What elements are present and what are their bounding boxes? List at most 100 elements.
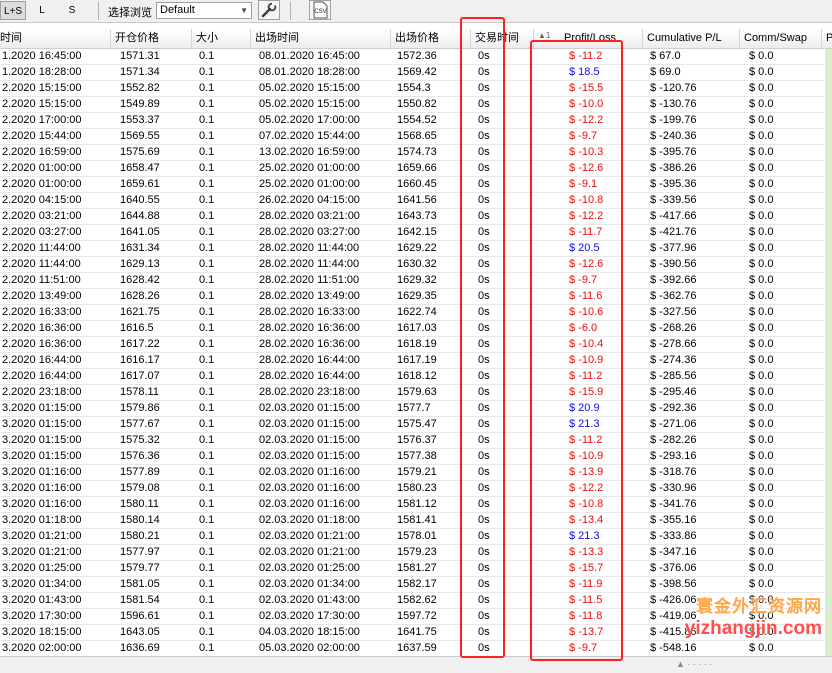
table-row[interactable]: 2.2020 16:59:00 1575.69 0.1 13.02.2020 16:5…: [0, 145, 832, 161]
table-row[interactable]: 2.2020 23:18:00 1578.11 0.1 28.02.2020 23:1…: [0, 385, 832, 401]
table-row[interactable]: 2.2020 16:44:00 1616.17 0.1 28.02.2020 16:4…: [0, 353, 832, 369]
table-row[interactable]: 2.2020 13:49:00 1628.26 0.1 28.02.2020 13:4…: [0, 289, 832, 305]
column-header-exit-time[interactable]: 出场时间: [251, 29, 391, 48]
cell-duration: 0s: [478, 162, 490, 174]
table-row[interactable]: 1.2020 18:28:00 1571.34 0.1 08.01.2020 18:2…: [0, 65, 832, 81]
table-row[interactable]: 2.2020 17:00:00 1553.37 0.1 05.02.2020 17:0…: [0, 113, 832, 129]
table-row[interactable]: 3.2020 02:00:00 1636.69 0.1 05.03.2020 02:0…: [0, 641, 832, 656]
table-row[interactable]: 2.2020 11:51:00 1628.42 0.1 28.02.2020 11:5…: [0, 273, 832, 289]
cell-cumulative-pl: $ 67.0: [650, 50, 681, 62]
cell-size: 0.1: [199, 530, 215, 542]
table-row[interactable]: 3.2020 01:16:00 1580.11 0.1 02.03.2020 01:1…: [0, 497, 832, 513]
column-header-exit-price[interactable]: 出场价格: [391, 29, 471, 48]
export-csv-button[interactable]: CSV: [309, 0, 331, 20]
table-row[interactable]: 2.2020 15:15:00 1552.82 0.1 05.02.2020 15:1…: [0, 81, 832, 97]
table-row[interactable]: 3.2020 01:15:00 1577.67 0.1 02.03.2020 01:1…: [0, 417, 832, 433]
cell-exit-price: 1579.63: [397, 386, 437, 398]
cell-profit-loss: $ -11.2: [569, 434, 603, 446]
table-row[interactable]: 3.2020 01:21:00 1577.97 0.1 02.03.2020 01:2…: [0, 545, 832, 561]
table-row[interactable]: 2.2020 15:15:00 1549.89 0.1 05.02.2020 15:1…: [0, 97, 832, 113]
column-header-comm[interactable]: Comm/Swap: [740, 29, 822, 48]
cell-entry-price: 1658.47: [120, 162, 160, 174]
table-row[interactable]: 2.2020 11:44:00 1629.13 0.1 28.02.2020 11:4…: [0, 257, 832, 273]
column-header-size[interactable]: 大小: [192, 29, 251, 48]
column-header-cum-pl[interactable]: Cumulative P/L: [643, 29, 740, 48]
table-row[interactable]: 2.2020 03:27:00 1641.05 0.1 28.02.2020 03:2…: [0, 225, 832, 241]
cell-entry-time: 2.2020 15:15:00: [2, 98, 82, 110]
cell-p-marker: [825, 97, 832, 112]
cell-comm-swap: $ 0.0: [749, 274, 774, 286]
table-row[interactable]: 2.2020 16:36:00 1617.22 0.1 28.02.2020 16:3…: [0, 337, 832, 353]
cell-entry-time: 3.2020 01:16:00: [2, 498, 82, 510]
cell-p-marker: [825, 497, 832, 512]
cell-comm-swap: $ 0.0: [749, 162, 774, 174]
cell-entry-price: 1579.08: [120, 482, 160, 494]
cell-duration: 0s: [478, 82, 490, 94]
cell-entry-time: 3.2020 01:34:00: [2, 578, 82, 590]
cell-p-marker: [825, 145, 832, 160]
cell-comm-swap: $ 0.0: [749, 50, 774, 62]
cell-entry-time: 3.2020 01:21:00: [2, 546, 82, 558]
column-header-p[interactable]: P: [822, 29, 832, 48]
cell-comm-swap: $ 0.0: [749, 210, 774, 222]
cell-duration: 0s: [478, 626, 490, 638]
table-row[interactable]: 3.2020 01:16:00 1579.08 0.1 02.03.2020 01:1…: [0, 481, 832, 497]
table-row[interactable]: 2.2020 11:44:00 1631.34 0.1 28.02.2020 11:4…: [0, 241, 832, 257]
filter-short-button[interactable]: S: [62, 1, 82, 20]
cell-comm-swap: $ 0.0: [749, 98, 774, 110]
table-row[interactable]: 3.2020 01:18:00 1580.14 0.1 02.03.2020 01:1…: [0, 513, 832, 529]
cell-comm-swap: $ 0.0: [749, 626, 774, 638]
column-header-entry-time[interactable]: 时间: [0, 29, 111, 48]
cell-exit-time: 02.03.2020 01:15:00: [259, 418, 360, 430]
cell-comm-swap: $ 0.0: [749, 258, 774, 270]
table-row[interactable]: 3.2020 01:21:00 1580.21 0.1 02.03.2020 01:2…: [0, 529, 832, 545]
filter-long-button[interactable]: L: [32, 1, 52, 20]
cell-comm-swap: $ 0.0: [749, 418, 774, 430]
table-row[interactable]: 1.2020 16:45:00 1571.31 0.1 08.01.2020 16:4…: [0, 49, 832, 65]
cell-exit-price: 1579.23: [397, 546, 437, 558]
table-row[interactable]: 3.2020 01:16:00 1577.89 0.1 02.03.2020 01:1…: [0, 465, 832, 481]
cell-entry-price: 1579.77: [120, 562, 160, 574]
column-header-duration[interactable]: 交易时间: [471, 29, 534, 48]
cell-duration: 0s: [478, 594, 490, 606]
scroll-indicator-icon[interactable]: ▲ · · · · ·: [676, 659, 712, 669]
table-row[interactable]: 2.2020 16:33:00 1621.75 0.1 28.02.2020 16:3…: [0, 305, 832, 321]
cell-entry-time: 1.2020 18:28:00: [2, 66, 82, 78]
cell-size: 0.1: [199, 354, 215, 366]
table-row[interactable]: 2.2020 01:00:00 1659.61 0.1 25.02.2020 01:0…: [0, 177, 832, 193]
column-header-entry-price[interactable]: 开仓价格: [111, 29, 192, 48]
table-row[interactable]: 3.2020 01:15:00 1575.32 0.1 02.03.2020 01:1…: [0, 433, 832, 449]
table-row[interactable]: 2.2020 16:36:00 1616.5 0.1 28.02.2020 16:36…: [0, 321, 832, 337]
cell-cumulative-pl: $ -339.56: [650, 194, 697, 206]
column-header-pl[interactable]: ▲1 Profit/Loss: [534, 29, 643, 48]
cell-duration: 0s: [478, 258, 490, 270]
cell-profit-loss: $ -10.6: [569, 306, 604, 318]
table-row[interactable]: 2.2020 04:15:00 1640.55 0.1 26.02.2020 04:1…: [0, 193, 832, 209]
table-row[interactable]: 3.2020 01:15:00 1576.36 0.1 02.03.2020 01:1…: [0, 449, 832, 465]
table-row[interactable]: 2.2020 16:44:00 1617.07 0.1 28.02.2020 16:4…: [0, 369, 832, 385]
table-row[interactable]: 3.2020 01:15:00 1579.86 0.1 02.03.2020 01:1…: [0, 401, 832, 417]
cell-comm-swap: $ 0.0: [749, 562, 774, 574]
cell-duration: 0s: [478, 146, 490, 158]
table-row[interactable]: 2.2020 15:44:00 1569.55 0.1 07.02.2020 15:4…: [0, 129, 832, 145]
cell-exit-time: 28.02.2020 03:21:00: [259, 210, 360, 222]
cell-comm-swap: $ 0.0: [749, 450, 774, 462]
cell-p-marker: [825, 225, 832, 240]
filter-long-short-button[interactable]: L+S: [0, 1, 26, 20]
table-row[interactable]: 2.2020 03:21:00 1644.88 0.1 28.02.2020 03:2…: [0, 209, 832, 225]
cell-entry-time: 3.2020 01:15:00: [2, 450, 82, 462]
table-row[interactable]: 3.2020 01:43:00 1581.54 0.1 02.03.2020 01:4…: [0, 593, 832, 609]
browse-select[interactable]: Default ▼: [156, 2, 252, 19]
table-row[interactable]: 3.2020 01:25:00 1579.77 0.1 02.03.2020 01:2…: [0, 561, 832, 577]
table-row[interactable]: 2.2020 01:00:00 1658.47 0.1 25.02.2020 01:0…: [0, 161, 832, 177]
cell-entry-price: 1581.05: [120, 578, 160, 590]
table-row[interactable]: 3.2020 18:15:00 1643.05 0.1 04.03.2020 18:1…: [0, 625, 832, 641]
settings-button[interactable]: [258, 0, 280, 20]
cell-cumulative-pl: $ -268.26: [650, 322, 697, 334]
cell-profit-loss: $ -10.0: [569, 98, 604, 110]
cell-entry-time: 3.2020 01:16:00: [2, 482, 82, 494]
cell-exit-time: 02.03.2020 01:43:00: [259, 594, 360, 606]
table-row[interactable]: 3.2020 01:34:00 1581.05 0.1 02.03.2020 01:3…: [0, 577, 832, 593]
table-row[interactable]: 3.2020 17:30:00 1596.61 0.1 02.03.2020 17:3…: [0, 609, 832, 625]
cell-entry-time: 2.2020 13:49:00: [2, 290, 82, 302]
